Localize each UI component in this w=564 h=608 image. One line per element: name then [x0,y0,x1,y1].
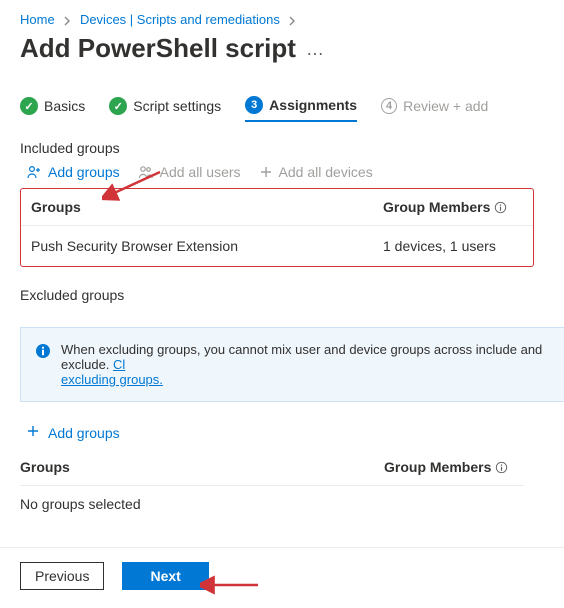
col-header-groups: Groups [20,459,384,475]
add-excluded-groups-button[interactable]: Add groups [20,418,120,449]
add-groups-label: Add groups [48,425,120,441]
step-assignments[interactable]: 3 Assignments [245,96,357,122]
table-row[interactable]: Push Security Browser Extension 1 device… [21,226,533,266]
excluded-empty-text: No groups selected [20,486,564,532]
more-actions-button[interactable]: … [306,40,324,58]
banner-text: When excluding groups, you cannot mix us… [61,342,542,372]
plus-icon [259,165,273,179]
excluded-groups-heading: Excluded groups [20,273,564,309]
previous-button[interactable]: Previous [20,562,104,590]
step-number-icon: 3 [245,96,263,114]
chevron-right-icon [287,16,297,26]
banner-link[interactable]: excluding groups. [61,372,163,387]
plus-icon [26,424,40,441]
users-icon [138,164,154,180]
check-icon [20,97,38,115]
add-user-icon [26,164,42,180]
check-icon [109,97,127,115]
step-label: Assignments [269,97,357,113]
add-all-devices-label: Add all devices [279,164,373,180]
wizard-footer: Previous Next [0,547,564,608]
info-icon[interactable] [494,201,507,214]
col-header-members: Group Members [383,199,490,215]
info-icon [35,343,51,362]
step-label: Review + add [403,98,488,114]
step-script-settings[interactable]: Script settings [109,97,221,121]
next-button[interactable]: Next [122,562,208,590]
included-actions-row: Add groups Add all users Add all devices [20,162,564,188]
col-header-groups: Groups [31,199,383,215]
add-all-devices-button[interactable]: Add all devices [259,164,373,180]
breadcrumb-home[interactable]: Home [20,12,55,27]
group-name: Push Security Browser Extension [31,238,383,254]
add-groups-label: Add groups [48,164,120,180]
chevron-right-icon [62,16,72,26]
step-basics[interactable]: Basics [20,97,85,121]
exclude-info-banner: When excluding groups, you cannot mix us… [20,327,564,402]
breadcrumb-devices[interactable]: Devices | Scripts and remediations [80,12,280,27]
add-all-users-button[interactable]: Add all users [138,164,241,180]
info-icon[interactable] [495,461,508,474]
step-label: Basics [44,98,85,114]
included-groups-table: Groups Group Members Push Security Brows… [20,188,534,267]
add-groups-button[interactable]: Add groups [26,164,120,180]
col-header-members: Group Members [384,459,491,475]
add-all-users-label: Add all users [160,164,241,180]
step-review-add: 4 Review + add [381,98,488,120]
step-number-icon: 4 [381,98,397,114]
banner-link-partial[interactable]: Cl [113,357,125,372]
step-label: Script settings [133,98,221,114]
wizard-steps: Basics Script settings 3 Assignments 4 R… [20,86,564,126]
group-members: 1 devices, 1 users [383,238,523,254]
included-groups-heading: Included groups [20,126,564,162]
page-title: Add PowerShell script [20,33,296,64]
breadcrumb: Home Devices | Scripts and remediations [20,10,564,33]
